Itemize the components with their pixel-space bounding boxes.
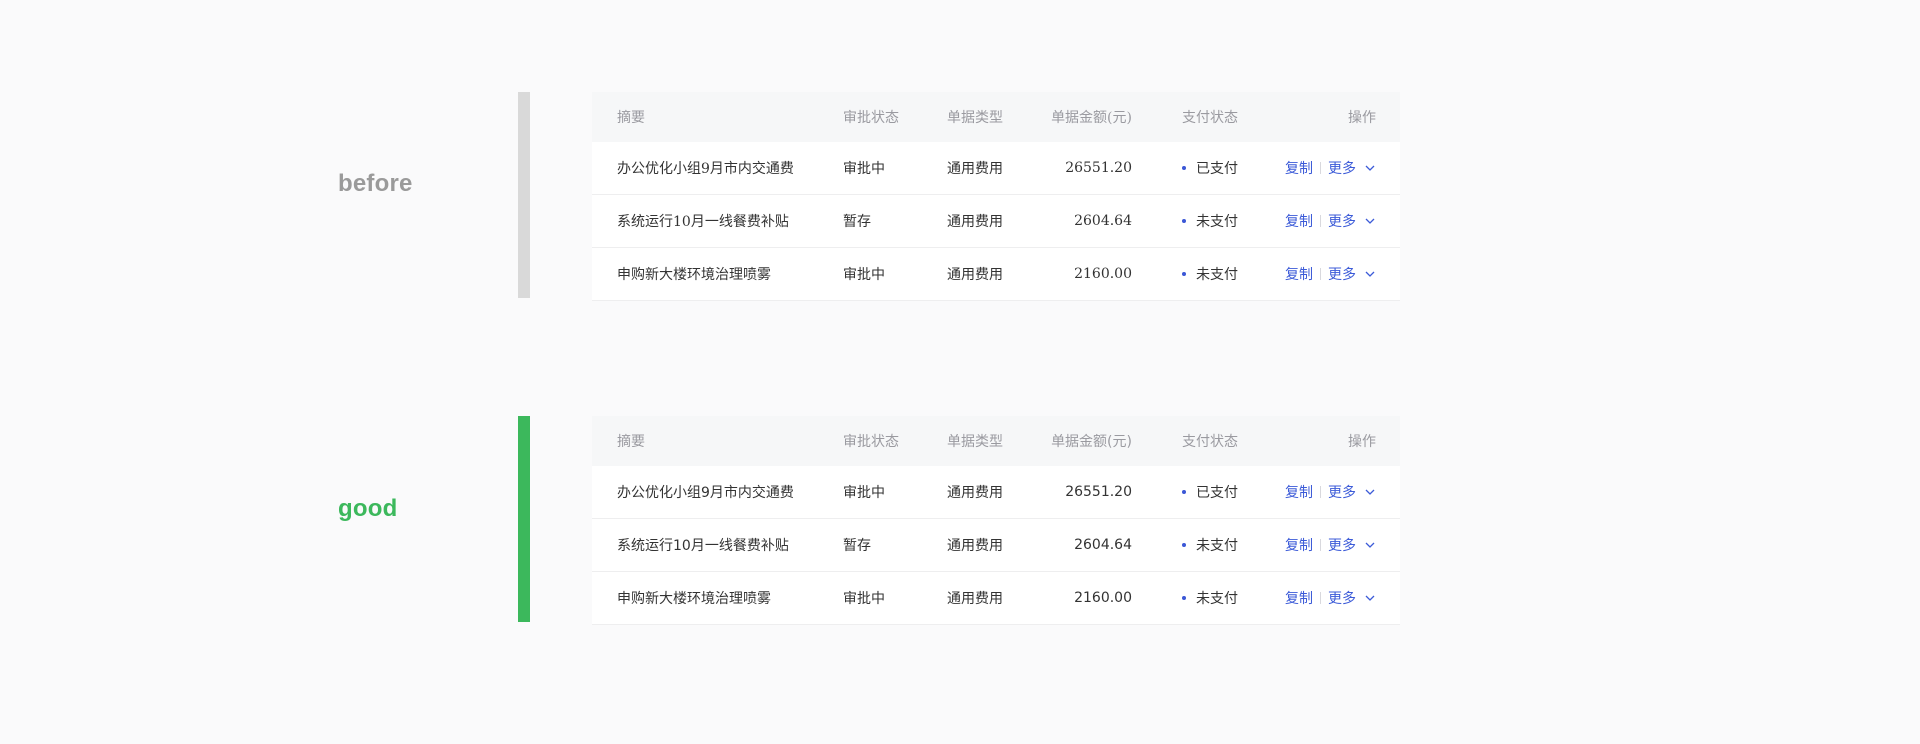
row-doc-type: 通用费用: [947, 538, 1003, 554]
table-row: 申购新大楼环境治理喷雾 审批中 通用费用 2160.00 未支付 复制 更多: [592, 572, 1400, 625]
row-approval-status: 暂存: [843, 538, 871, 554]
more-button[interactable]: 更多: [1328, 211, 1356, 231]
status-dot-icon: [1182, 490, 1186, 494]
action-divider: [1320, 486, 1321, 498]
payment-status-text: 未支付: [1196, 591, 1238, 607]
row-payment-status: 未支付: [1182, 195, 1238, 247]
chevron-down-icon[interactable]: [1364, 215, 1376, 227]
row-summary: 办公优化小组9月市内交通费: [617, 485, 794, 501]
status-dot-icon: [1182, 166, 1186, 170]
row-summary: 办公优化小组9月市内交通费: [617, 161, 794, 177]
column-header-payment: 支付状态: [1182, 434, 1238, 450]
more-button[interactable]: 更多: [1328, 588, 1356, 608]
action-divider: [1320, 215, 1321, 227]
copy-button[interactable]: 复制: [1285, 482, 1313, 502]
before-accent-bar: [518, 92, 530, 298]
before-label: before: [338, 170, 413, 197]
chevron-down-icon[interactable]: [1364, 592, 1376, 604]
column-header-amount: 单据金额(元): [1051, 110, 1132, 126]
good-table: 摘要 审批状态 单据类型 单据金额(元) 支付状态 操作 办公优化小组9月市内交…: [592, 416, 1400, 625]
table-row: 系统运行10月一线餐费补贴 暂存 通用费用 2604.64 未支付 复制 更多: [592, 519, 1400, 572]
copy-button[interactable]: 复制: [1285, 264, 1313, 284]
payment-status-text: 未支付: [1196, 538, 1238, 554]
column-header-type: 单据类型: [947, 110, 1003, 126]
row-actions: 复制 更多: [1285, 142, 1376, 194]
row-doc-type: 通用费用: [947, 591, 1003, 607]
chevron-down-icon[interactable]: [1364, 486, 1376, 498]
chevron-down-icon[interactable]: [1364, 539, 1376, 551]
row-summary: 申购新大楼环境治理喷雾: [617, 267, 771, 283]
row-amount: 26551.20: [1065, 160, 1132, 176]
row-payment-status: 已支付: [1182, 466, 1238, 518]
before-table: 摘要 审批状态 单据类型 单据金额(元) 支付状态 操作 办公优化小组9月市内交…: [592, 92, 1400, 301]
action-divider: [1320, 539, 1321, 551]
table-row: 申购新大楼环境治理喷雾 审批中 通用费用 2160.00 未支付 复制 更多: [592, 248, 1400, 301]
copy-button[interactable]: 复制: [1285, 588, 1313, 608]
row-doc-type: 通用费用: [947, 267, 1003, 283]
row-approval-status: 审批中: [843, 267, 885, 283]
row-actions: 复制 更多: [1285, 572, 1376, 624]
status-dot-icon: [1182, 596, 1186, 600]
status-dot-icon: [1182, 272, 1186, 276]
row-actions: 复制 更多: [1285, 248, 1376, 300]
row-amount: 2160.00: [1074, 590, 1132, 606]
chevron-down-icon[interactable]: [1364, 268, 1376, 280]
column-header-approval: 审批状态: [843, 110, 899, 126]
copy-button[interactable]: 复制: [1285, 211, 1313, 231]
table-header: 摘要 审批状态 单据类型 单据金额(元) 支付状态 操作: [592, 416, 1400, 466]
table-row: 系统运行10月一线餐费补贴 暂存 通用费用 2604.64 未支付 复制 更多: [592, 195, 1400, 248]
row-amount: 2604.64: [1074, 537, 1132, 553]
row-actions: 复制 更多: [1285, 519, 1376, 571]
table-row: 办公优化小组9月市内交通费 审批中 通用费用 26551.20 已支付 复制 更…: [592, 142, 1400, 195]
good-accent-bar: [518, 416, 530, 622]
row-amount: 2160.00: [1074, 266, 1132, 282]
column-header-ops: 操作: [1348, 434, 1376, 450]
column-header-ops: 操作: [1348, 110, 1376, 126]
payment-status-text: 未支付: [1196, 214, 1238, 230]
payment-status-text: 已支付: [1196, 161, 1238, 177]
table-header: 摘要 审批状态 单据类型 单据金额(元) 支付状态 操作: [592, 92, 1400, 142]
more-button[interactable]: 更多: [1328, 535, 1356, 555]
chevron-down-icon[interactable]: [1364, 162, 1376, 174]
row-payment-status: 已支付: [1182, 142, 1238, 194]
copy-button[interactable]: 复制: [1285, 535, 1313, 555]
row-doc-type: 通用费用: [947, 214, 1003, 230]
column-header-payment: 支付状态: [1182, 110, 1238, 126]
row-actions: 复制 更多: [1285, 466, 1376, 518]
more-button[interactable]: 更多: [1328, 158, 1356, 178]
row-payment-status: 未支付: [1182, 519, 1238, 571]
column-header-type: 单据类型: [947, 434, 1003, 450]
table-row: 办公优化小组9月市内交通费 审批中 通用费用 26551.20 已支付 复制 更…: [592, 466, 1400, 519]
row-summary: 申购新大楼环境治理喷雾: [617, 591, 771, 607]
row-summary: 系统运行10月一线餐费补贴: [617, 538, 789, 554]
more-button[interactable]: 更多: [1328, 264, 1356, 284]
payment-status-text: 未支付: [1196, 267, 1238, 283]
payment-status-text: 已支付: [1196, 485, 1238, 501]
row-payment-status: 未支付: [1182, 248, 1238, 300]
action-divider: [1320, 162, 1321, 174]
column-header-approval: 审批状态: [843, 434, 899, 450]
row-doc-type: 通用费用: [947, 161, 1003, 177]
copy-button[interactable]: 复制: [1285, 158, 1313, 178]
row-amount: 26551.20: [1065, 484, 1132, 500]
status-dot-icon: [1182, 219, 1186, 223]
action-divider: [1320, 592, 1321, 604]
row-doc-type: 通用费用: [947, 485, 1003, 501]
row-approval-status: 审批中: [843, 161, 885, 177]
more-button[interactable]: 更多: [1328, 482, 1356, 502]
column-header-summary: 摘要: [617, 434, 645, 450]
row-amount: 2604.64: [1074, 213, 1132, 229]
good-label: good: [338, 495, 398, 522]
row-actions: 复制 更多: [1285, 195, 1376, 247]
row-approval-status: 审批中: [843, 591, 885, 607]
row-payment-status: 未支付: [1182, 572, 1238, 624]
column-header-amount: 单据金额(元): [1051, 434, 1132, 450]
status-dot-icon: [1182, 543, 1186, 547]
row-summary: 系统运行10月一线餐费补贴: [617, 214, 789, 230]
row-approval-status: 暂存: [843, 214, 871, 230]
column-header-summary: 摘要: [617, 110, 645, 126]
action-divider: [1320, 268, 1321, 280]
row-approval-status: 审批中: [843, 485, 885, 501]
